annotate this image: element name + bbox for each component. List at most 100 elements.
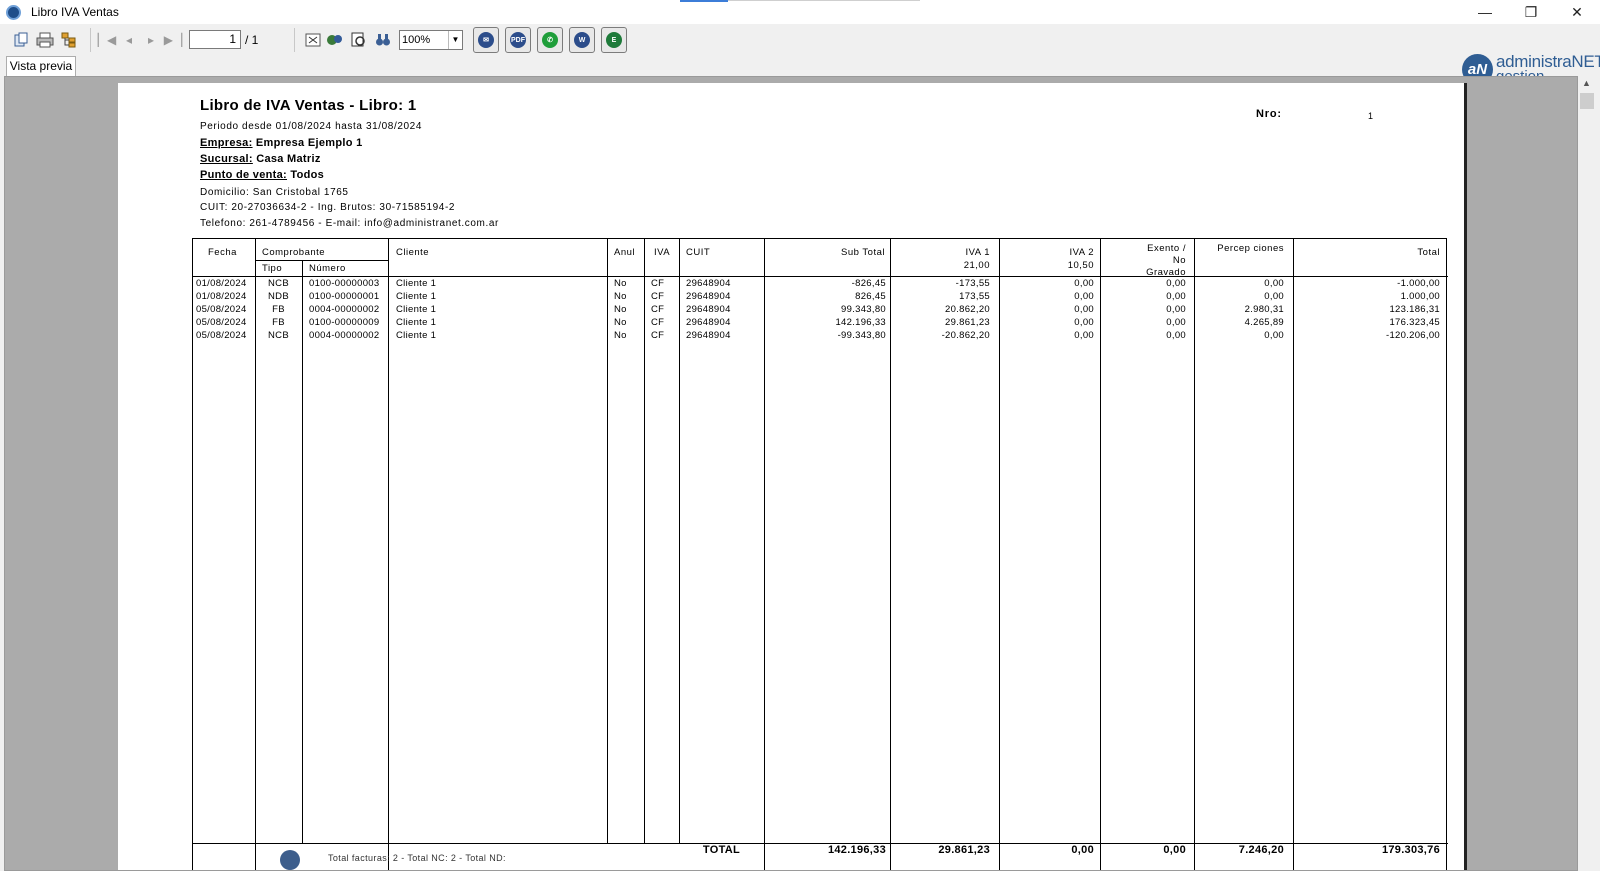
scroll-up-icon[interactable]: ▲ xyxy=(1582,78,1591,88)
vertical-scrollbar[interactable]: ▲ xyxy=(1578,76,1596,871)
total-label: TOTAL xyxy=(702,844,741,856)
export-icon[interactable] xyxy=(10,29,32,51)
cell-numero: 0004-00000002 xyxy=(309,304,380,315)
restore-button[interactable]: ❐ xyxy=(1508,0,1554,24)
total-exento: 0,00 xyxy=(1163,844,1186,856)
cell-iva2: 0,00 xyxy=(1074,291,1094,302)
word-button[interactable]: W xyxy=(569,27,595,53)
header-tipo: Tipo xyxy=(262,263,283,274)
empresa-value: Empresa Ejemplo 1 xyxy=(255,137,363,149)
cell-exento: 0,00 xyxy=(1166,317,1186,328)
app-icon xyxy=(6,4,21,20)
header-fecha: Fecha xyxy=(208,247,237,258)
empresa-label: Empresa: xyxy=(200,137,253,149)
report-domicilio: Domicilio: San Cristobal 1765 xyxy=(200,187,349,198)
first-page-icon[interactable]: ▏◀ xyxy=(96,29,118,51)
cell-subtotal: 99.343,80 xyxy=(841,304,886,315)
report-period: Periodo desde 01/08/2024 hasta 31/08/202… xyxy=(200,121,422,132)
preview-search-icon[interactable] xyxy=(348,29,370,51)
cell-percepciones: 0,00 xyxy=(1264,330,1284,341)
report-empresa: Empresa: Empresa Ejemplo 1 xyxy=(200,137,363,149)
tab-vista-previa[interactable]: Vista previa xyxy=(6,56,76,76)
cell-iva: CF xyxy=(651,304,665,315)
cell-fecha: 05/08/2024 xyxy=(196,330,247,341)
header-subtotal: Sub Total xyxy=(841,247,885,258)
cell-percepciones: 2.980,31 xyxy=(1244,304,1284,315)
header-iva1-rate: 21,00 xyxy=(963,260,990,271)
next-page-icon[interactable]: ▸ xyxy=(140,29,162,51)
header-anul: Anul xyxy=(614,247,636,258)
report-punto-venta: Punto de venta: Todos xyxy=(200,169,324,181)
page-number-input[interactable]: 1 xyxy=(189,30,241,49)
cell-iva: CF xyxy=(651,278,665,289)
cell-percepciones: 4.265,89 xyxy=(1244,317,1284,328)
report-page: Libro de IVA Ventas - Libro: 1 Periodo d… xyxy=(118,83,1467,870)
cell-total: 1.000,00 xyxy=(1400,291,1440,302)
header-cuit: CUIT xyxy=(686,247,711,258)
report-sucursal: Sucursal: Casa Matriz xyxy=(200,153,321,165)
cell-cuit: 29648904 xyxy=(686,304,731,315)
report-telefono: Telefono: 261-4789456 - E-mail: info@adm… xyxy=(200,218,499,229)
globe-icon xyxy=(280,850,300,870)
minimize-button[interactable]: — xyxy=(1462,0,1508,24)
cell-tipo: FB xyxy=(272,317,285,328)
cell-cliente: Cliente 1 xyxy=(396,330,437,341)
close-button[interactable]: ✕ xyxy=(1554,0,1600,24)
cell-iva: CF xyxy=(651,330,665,341)
tree-icon[interactable] xyxy=(58,29,80,51)
cell-iva2: 0,00 xyxy=(1074,278,1094,289)
cell-tipo: FB xyxy=(272,304,285,315)
pdf-button[interactable]: PDF xyxy=(505,27,531,53)
punto-label: Punto de venta: xyxy=(200,169,288,181)
total-percepciones: 7.246,20 xyxy=(1238,844,1284,856)
email-button[interactable]: ✉ xyxy=(473,27,499,53)
zoom-select[interactable]: 100% ▼ xyxy=(399,30,463,50)
cell-cliente: Cliente 1 xyxy=(396,304,437,315)
cell-fecha: 05/08/2024 xyxy=(196,304,247,315)
cell-cuit: 29648904 xyxy=(686,291,731,302)
last-page-icon[interactable]: ▶▕ xyxy=(162,29,184,51)
prev-page-icon[interactable]: ◂ xyxy=(118,29,140,51)
cell-total: -120.206,00 xyxy=(1385,330,1440,341)
cell-iva: CF xyxy=(651,291,665,302)
whatsapp-button[interactable]: ✆ xyxy=(537,27,563,53)
find-icon[interactable] xyxy=(372,29,394,51)
refresh-icon[interactable] xyxy=(324,29,346,51)
header-iva: IVA xyxy=(654,247,671,258)
email-icon: ✉ xyxy=(478,32,494,48)
excel-button[interactable]: E xyxy=(601,27,627,53)
cell-fecha: 05/08/2024 xyxy=(196,317,247,328)
cell-total: -1.000,00 xyxy=(1397,278,1440,289)
page-total: / 1 xyxy=(245,33,259,47)
toolbar: ▏◀ ◂ ▸ ▶▕ 1 / 1 100% ▼ ✉ PDF ✆ W E aN ad… xyxy=(0,24,1600,85)
zoom-value: 100% xyxy=(402,34,431,46)
cell-iva1: 173,55 xyxy=(959,291,990,302)
col-line xyxy=(607,239,608,843)
cell-exento: 0,00 xyxy=(1166,304,1186,315)
col-line xyxy=(302,260,303,843)
cell-iva1: -173,55 xyxy=(955,278,990,289)
print-icon[interactable] xyxy=(34,29,56,51)
cell-fecha: 01/08/2024 xyxy=(196,278,247,289)
close-preview-icon[interactable] xyxy=(302,29,324,51)
cell-cuit: 29648904 xyxy=(686,317,731,328)
cell-subtotal: 142.196,33 xyxy=(835,317,886,328)
header-comprobante: Comprobante xyxy=(262,247,326,258)
toolbar-separator xyxy=(294,28,295,52)
punto-value: Todos xyxy=(290,169,325,181)
cell-tipo: NDB xyxy=(268,291,289,302)
header-numero: Número xyxy=(309,263,346,274)
total-total: 179.303,76 xyxy=(1381,844,1440,856)
scroll-thumb[interactable] xyxy=(1580,93,1594,109)
header-cliente: Cliente xyxy=(396,247,430,258)
cell-subtotal: 826,45 xyxy=(855,291,886,302)
cell-iva1: -20.862,20 xyxy=(941,330,990,341)
total-subtotal: 142.196,33 xyxy=(827,844,886,856)
total-iva1: 29.861,23 xyxy=(938,844,990,856)
comprobante-divider xyxy=(255,260,388,261)
taskbar-highlight-line xyxy=(728,0,920,1)
col-line xyxy=(388,239,389,870)
cell-anul: No xyxy=(614,304,627,315)
header-iva1: IVA 1 xyxy=(965,247,990,258)
sucursal-value: Casa Matriz xyxy=(256,153,321,165)
